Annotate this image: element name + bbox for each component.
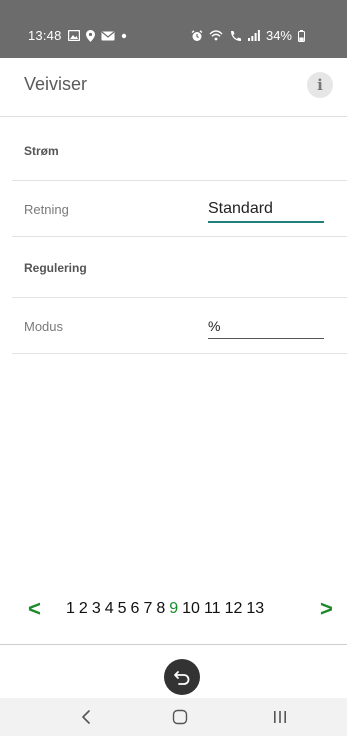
pager-page-9[interactable]: 9 xyxy=(169,600,178,618)
pager-page-3[interactable]: 3 xyxy=(92,600,101,618)
undo-button[interactable] xyxy=(164,659,200,695)
app-screen: 13:48 34% Veiviser i Strøm Retning Stand… xyxy=(0,0,347,736)
section-regulering: Regulering xyxy=(12,237,347,298)
pager: < 1 2 3 4 5 6 7 8 9 10 11 12 13 > xyxy=(0,596,347,626)
pager-pages: 1 2 3 4 5 6 7 8 9 10 11 12 13 xyxy=(66,600,268,618)
pager-next-button[interactable]: > xyxy=(320,596,333,622)
alarm-icon xyxy=(191,29,203,42)
back-icon[interactable] xyxy=(72,698,100,736)
pager-page-2[interactable]: 2 xyxy=(79,600,88,618)
pager-page-12[interactable]: 12 xyxy=(225,600,243,618)
modus-underline xyxy=(208,338,324,339)
pager-page-13[interactable]: 13 xyxy=(246,600,264,618)
mail-icon xyxy=(101,31,115,41)
dot-icon xyxy=(121,33,127,39)
status-left: 13:48 xyxy=(28,28,127,43)
pager-page-10[interactable]: 10 xyxy=(182,600,200,618)
pager-prev-button[interactable]: < xyxy=(28,596,41,622)
section-heading-regulering: Regulering xyxy=(24,261,87,275)
modus-label: Modus xyxy=(24,319,64,334)
status-right: 34% xyxy=(191,28,305,43)
pager-page-5[interactable]: 5 xyxy=(118,600,127,618)
image-icon xyxy=(67,30,80,41)
retning-label: Retning xyxy=(24,202,69,217)
pager-page-11[interactable]: 11 xyxy=(204,600,221,618)
battery-icon xyxy=(298,29,305,42)
section-strom: Strøm xyxy=(12,116,347,181)
modus-select[interactable]: % xyxy=(208,318,324,334)
wifi-icon xyxy=(209,30,223,41)
section-heading-strom: Strøm xyxy=(24,144,59,158)
undo-icon xyxy=(172,667,192,687)
pager-page-6[interactable]: 6 xyxy=(131,600,140,618)
info-icon: i xyxy=(317,76,323,94)
signal-icon xyxy=(247,30,260,41)
pager-page-7[interactable]: 7 xyxy=(143,600,152,618)
retning-select[interactable]: Standard xyxy=(208,200,324,218)
pager-page-1[interactable]: 1 xyxy=(66,600,75,618)
battery-level: 34% xyxy=(265,28,292,43)
app-bar: Veiviser i xyxy=(0,58,347,117)
bottom-divider xyxy=(0,644,347,645)
pager-page-8[interactable]: 8 xyxy=(156,600,165,618)
location-icon xyxy=(85,29,95,42)
recents-icon[interactable] xyxy=(266,698,294,736)
home-icon[interactable] xyxy=(166,698,194,736)
retning-underline xyxy=(208,221,324,223)
page-title: Veiviser xyxy=(24,74,88,94)
system-nav-bar xyxy=(0,698,347,736)
status-time: 13:48 xyxy=(28,28,62,43)
status-bar: 13:48 34% xyxy=(0,0,347,58)
info-button[interactable]: i xyxy=(307,72,333,98)
pager-page-4[interactable]: 4 xyxy=(105,600,114,618)
call-wifi-icon xyxy=(229,30,242,42)
